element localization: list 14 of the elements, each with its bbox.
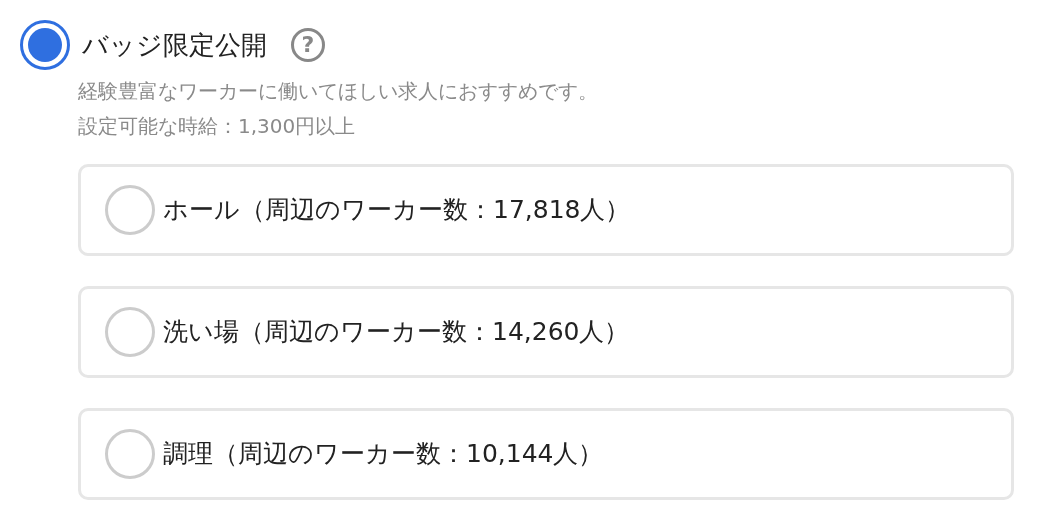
radio-button[interactable] bbox=[105, 307, 155, 357]
choice-label: 洗い場（周辺のワーカー数：14,260人） bbox=[163, 316, 630, 349]
radio-button[interactable] bbox=[20, 20, 70, 70]
radio-button[interactable] bbox=[105, 429, 155, 479]
choice-label: ホール（周辺のワーカー数：17,818人） bbox=[163, 194, 631, 227]
option-label: バッジ限定公開 bbox=[82, 28, 267, 62]
help-icon[interactable]: ? bbox=[291, 28, 325, 62]
radio-button[interactable] bbox=[105, 185, 155, 235]
choice-card[interactable]: 洗い場（周辺のワーカー数：14,260人） bbox=[78, 286, 1014, 378]
description-text: 経験豊富なワーカーに働いてほしい求人におすすめです。 bbox=[78, 78, 599, 105]
choice-card[interactable]: 調理（周辺のワーカー数：10,144人） bbox=[78, 408, 1014, 500]
description-text: 設定可能な時給：1,300円以上 bbox=[78, 113, 357, 140]
choice-label: 調理（周辺のワーカー数：10,144人） bbox=[163, 438, 604, 471]
choice-card[interactable]: ホール（周辺のワーカー数：17,818人） bbox=[78, 164, 1014, 256]
